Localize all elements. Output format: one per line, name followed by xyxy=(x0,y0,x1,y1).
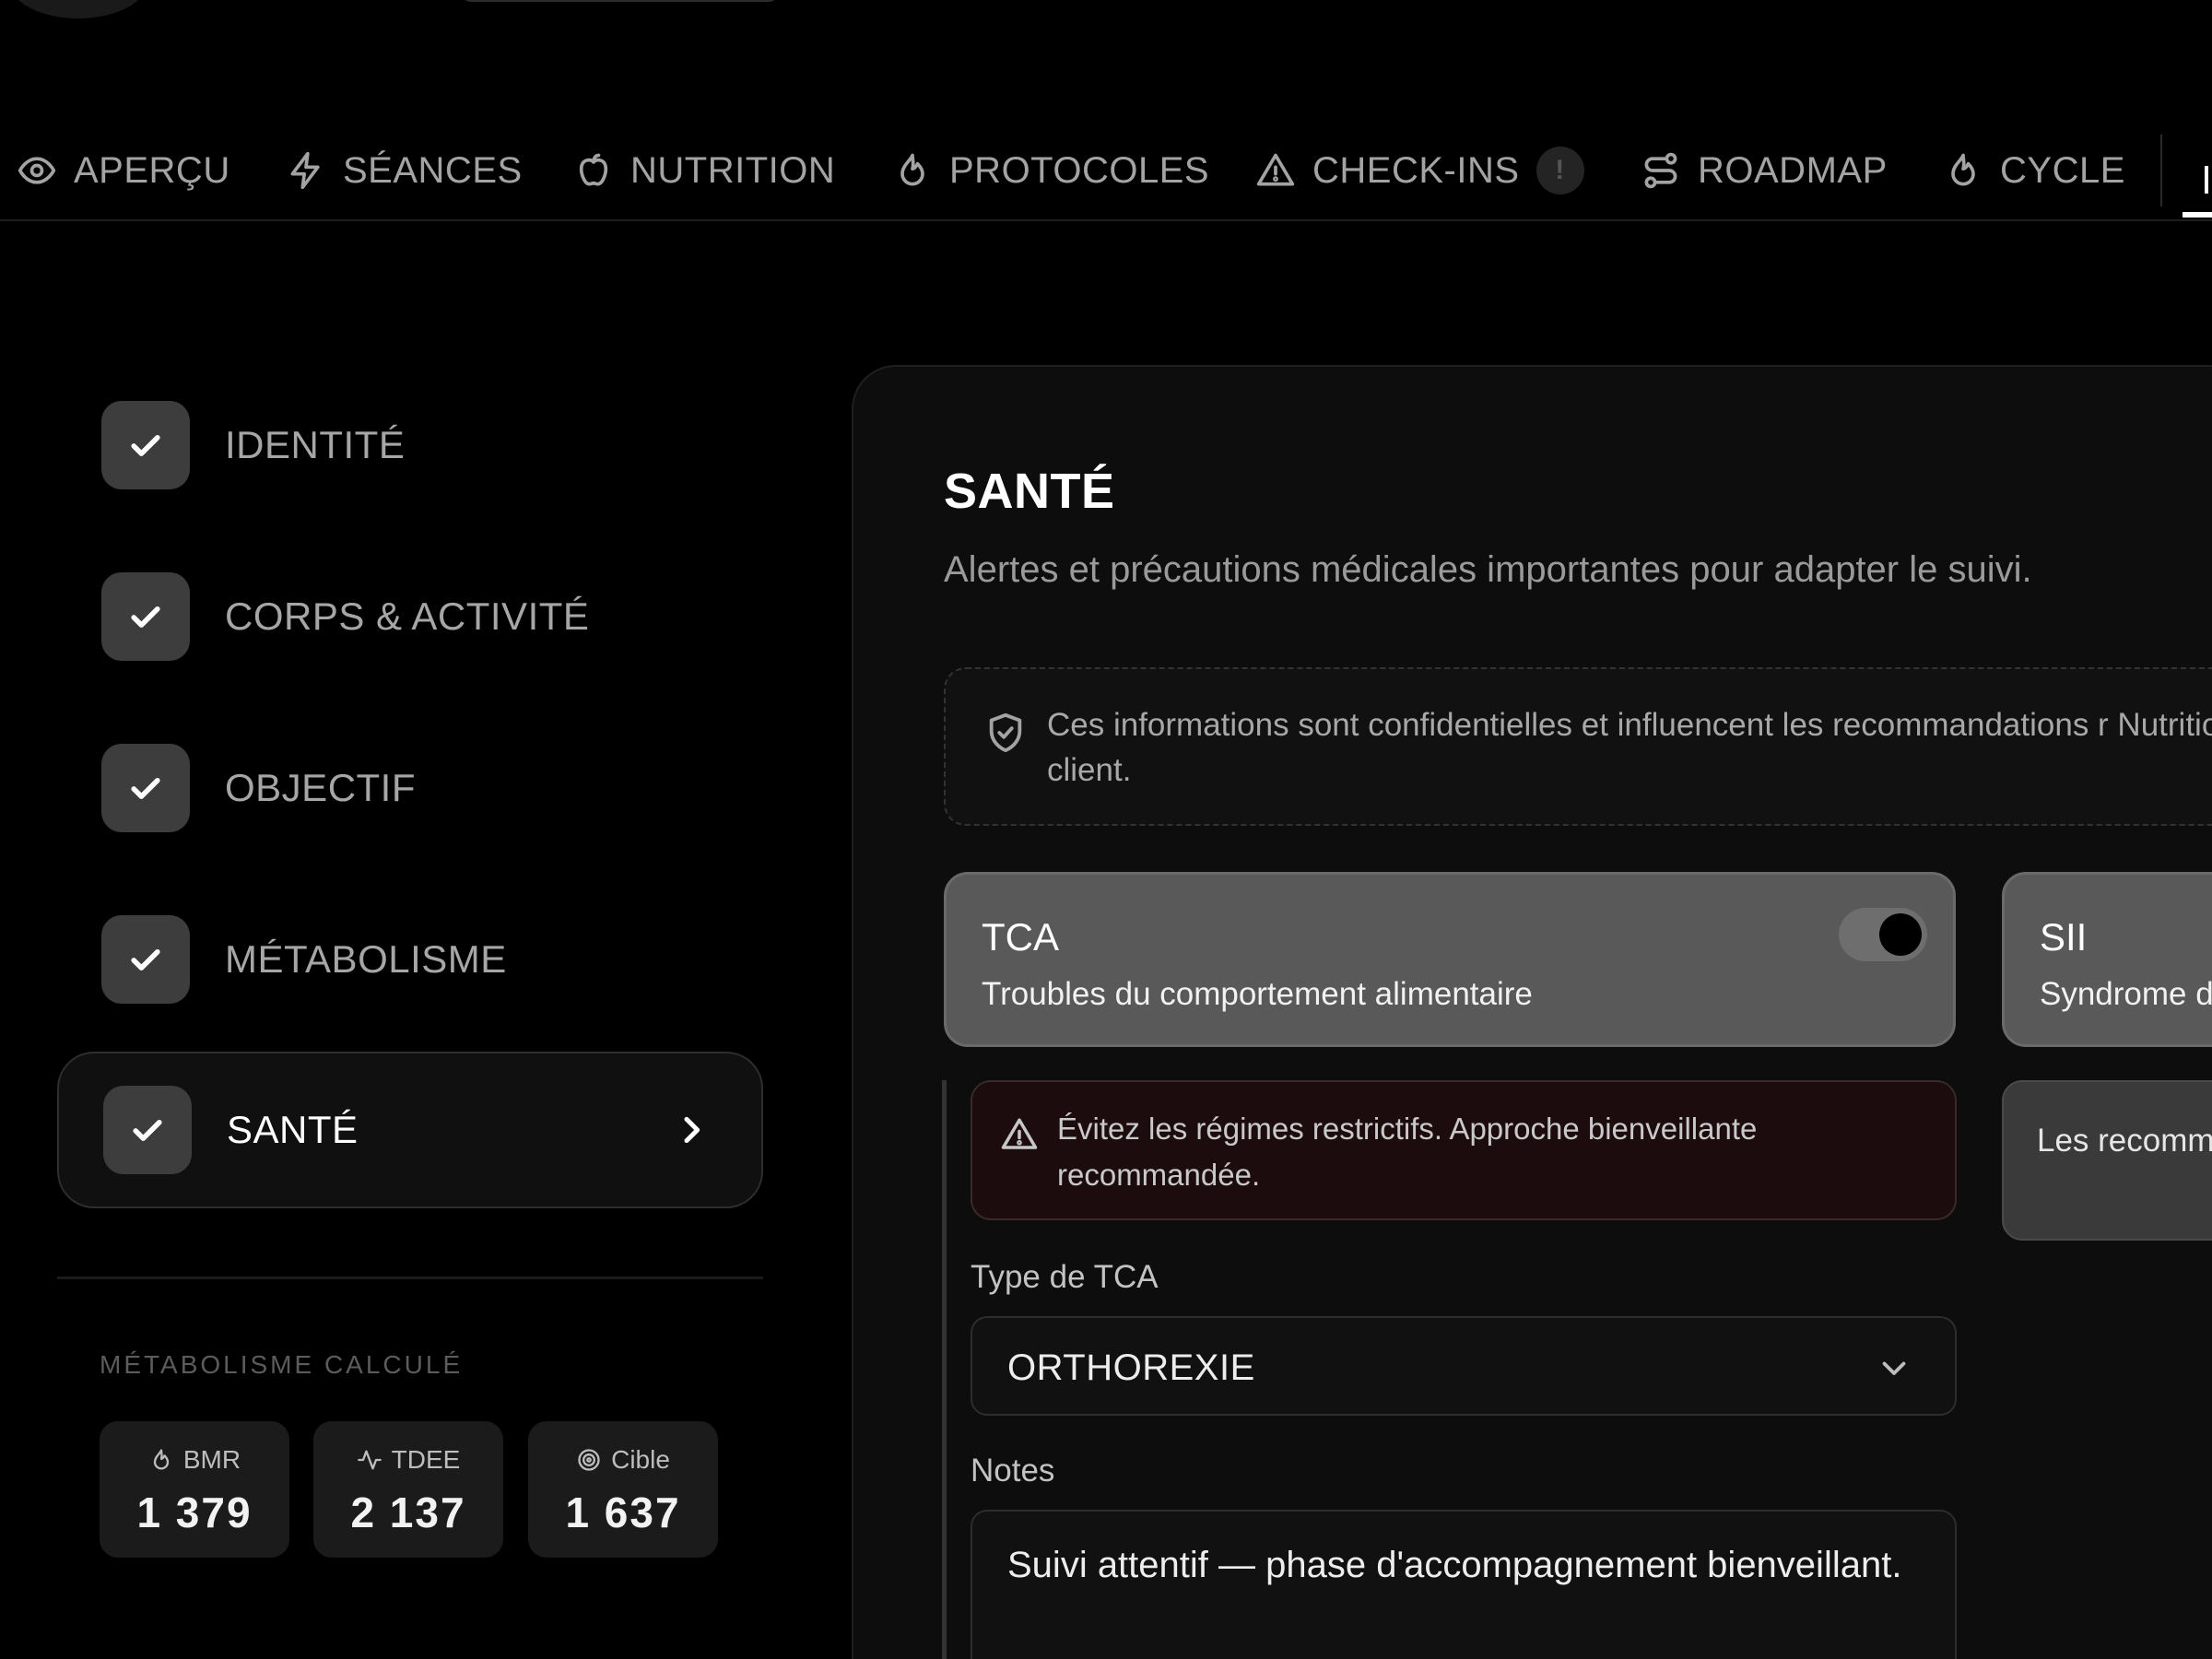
tab-protocoles[interactable]: PROTOCOLES xyxy=(892,120,1209,221)
metric-tdee: TDEE 2 137 xyxy=(313,1421,503,1558)
condition-card-tca[interactable]: TCA Troubles du comportement alimentaire xyxy=(944,872,1956,1047)
metric-label: Cible xyxy=(611,1445,670,1474)
check-icon xyxy=(131,435,160,456)
step-identite[interactable]: IDENTITÉ xyxy=(57,367,763,524)
droplet-flame-icon xyxy=(900,153,924,186)
condition-subtitle: Troubles du comportement alimentaire xyxy=(982,976,1533,1012)
step-check xyxy=(101,744,190,832)
step-check xyxy=(103,1086,192,1174)
condition-title: TCA xyxy=(982,915,1059,959)
bolt-icon xyxy=(290,151,320,190)
step-label: OBJECTIF xyxy=(225,766,417,809)
tca-type-label: Type de TCA xyxy=(971,1259,1159,1295)
chevron-right-icon xyxy=(684,1116,700,1144)
step-label: CORPS & ACTIVITÉ xyxy=(225,594,590,638)
chevron-down-icon xyxy=(1882,1361,1906,1375)
step-check xyxy=(101,401,190,489)
confidential-info-box: Ces informations sont confidentielles et… xyxy=(944,667,2212,826)
avatar[interactable] xyxy=(9,0,147,18)
info-text: Ces informations sont confidentielles et… xyxy=(1047,707,2212,788)
activity-icon xyxy=(357,1450,382,1470)
select-value: ORTHOREXIE xyxy=(1007,1347,1255,1388)
metric-value: 1 379 xyxy=(136,1488,253,1536)
step-metabolisme[interactable]: MÉTABOLISME xyxy=(57,881,763,1038)
tab-apercu[interactable]: APERÇU xyxy=(17,120,230,221)
sii-note: Les recomm le régime p xyxy=(2002,1080,2212,1241)
metric-label: BMR xyxy=(182,1445,241,1474)
metric-label-row: Cible xyxy=(528,1445,718,1475)
tab-label: SÉANCES xyxy=(343,149,523,191)
step-label: IDENTITÉ xyxy=(225,423,406,466)
metric-bmr: BMR 1 379 xyxy=(100,1421,289,1558)
metric-value: 1 637 xyxy=(565,1488,681,1536)
tab-label: CHECK-INS xyxy=(1312,149,1520,191)
shield-check-icon xyxy=(989,712,1022,753)
metabolism-title: MÉTABOLISME CALCULÉ xyxy=(100,1350,464,1379)
tca-toggle[interactable] xyxy=(1839,908,1927,961)
metric-value: 2 137 xyxy=(350,1488,466,1536)
check-ins-badge: ! xyxy=(1535,147,1584,194)
tca-warning: Évitez les régimes restrictifs. Approche… xyxy=(971,1080,1957,1220)
condition-card-sii[interactable]: SII Syndrome d xyxy=(2002,872,2212,1047)
check-icon xyxy=(131,778,160,799)
tab-label: APERÇU xyxy=(74,149,230,191)
active-tab-fragment[interactable] xyxy=(2205,166,2212,194)
metric-target: Cible 1 637 xyxy=(528,1421,718,1558)
alert-triangle-icon xyxy=(1001,1118,1038,1149)
metric-label-row: TDEE xyxy=(313,1445,503,1475)
eye-icon xyxy=(18,157,56,184)
metric-label: TDEE xyxy=(391,1445,461,1474)
tab-roadmap[interactable]: ROADMAP xyxy=(1641,120,1888,221)
check-icon xyxy=(131,606,160,628)
active-tab-underline xyxy=(2183,212,2212,218)
header-pill[interactable] xyxy=(461,0,779,2)
check-icon xyxy=(131,949,160,971)
metric-label-row: BMR xyxy=(100,1445,289,1475)
tab-cycle[interactable]: CYCLE xyxy=(1943,120,2125,221)
step-sante[interactable]: SANTÉ xyxy=(57,1052,763,1208)
nav-divider xyxy=(2160,135,2162,206)
condition-title: SII xyxy=(2040,915,2088,959)
step-check xyxy=(101,915,190,1004)
warning-text: Évitez les régimes restrictifs. Approche… xyxy=(1057,1112,1758,1192)
page-subtitle: Alertes et précautions médicales importa… xyxy=(944,549,2032,590)
notes-label: Notes xyxy=(971,1453,1055,1488)
check-icon xyxy=(133,1120,162,1141)
flame-icon xyxy=(153,1449,170,1470)
step-label: MÉTABOLISME xyxy=(225,937,507,981)
step-corps-activite[interactable]: CORPS & ACTIVITÉ xyxy=(57,538,763,695)
top-nav: APERÇU SÉANCES NUTRITION PROTOCOLES CHEC… xyxy=(0,120,2212,221)
tab-seances[interactable]: SÉANCES xyxy=(286,120,523,221)
tca-type-select[interactable]: ORTHOREXIE xyxy=(971,1316,1957,1416)
route-icon xyxy=(1644,152,1677,189)
tab-nutrition[interactable]: NUTRITION xyxy=(573,120,835,221)
toggle-knob xyxy=(1879,913,1922,956)
sidebar-divider xyxy=(57,1277,763,1279)
step-label: SANTÉ xyxy=(227,1108,359,1151)
tab-label: ROADMAP xyxy=(1698,149,1888,191)
step-objectif[interactable]: OBJECTIF xyxy=(57,710,763,866)
tab-label: CYCLE xyxy=(2000,149,2125,191)
page-title: SANTÉ xyxy=(944,464,1115,519)
droplet-flame-icon xyxy=(1951,153,1975,186)
tab-check-ins[interactable]: CHECK-INS ! xyxy=(1255,120,1584,221)
tab-label: PROTOCOLES xyxy=(949,149,1210,191)
tab-label: NUTRITION xyxy=(630,149,836,191)
notes-textarea[interactable]: Suivi attentif — phase d'accompagnement … xyxy=(971,1510,1957,1659)
section-rule xyxy=(942,1080,947,1659)
apple-icon xyxy=(579,153,608,186)
sii-note-text: Les recomm le régime p xyxy=(2037,1123,2212,1159)
target-icon xyxy=(578,1449,600,1471)
alert-triangle-icon xyxy=(1256,153,1295,186)
step-check xyxy=(101,572,190,661)
notes-value: Suivi attentif — phase d'accompagnement … xyxy=(1007,1545,1902,1585)
condition-subtitle: Syndrome d xyxy=(2040,976,2212,1012)
